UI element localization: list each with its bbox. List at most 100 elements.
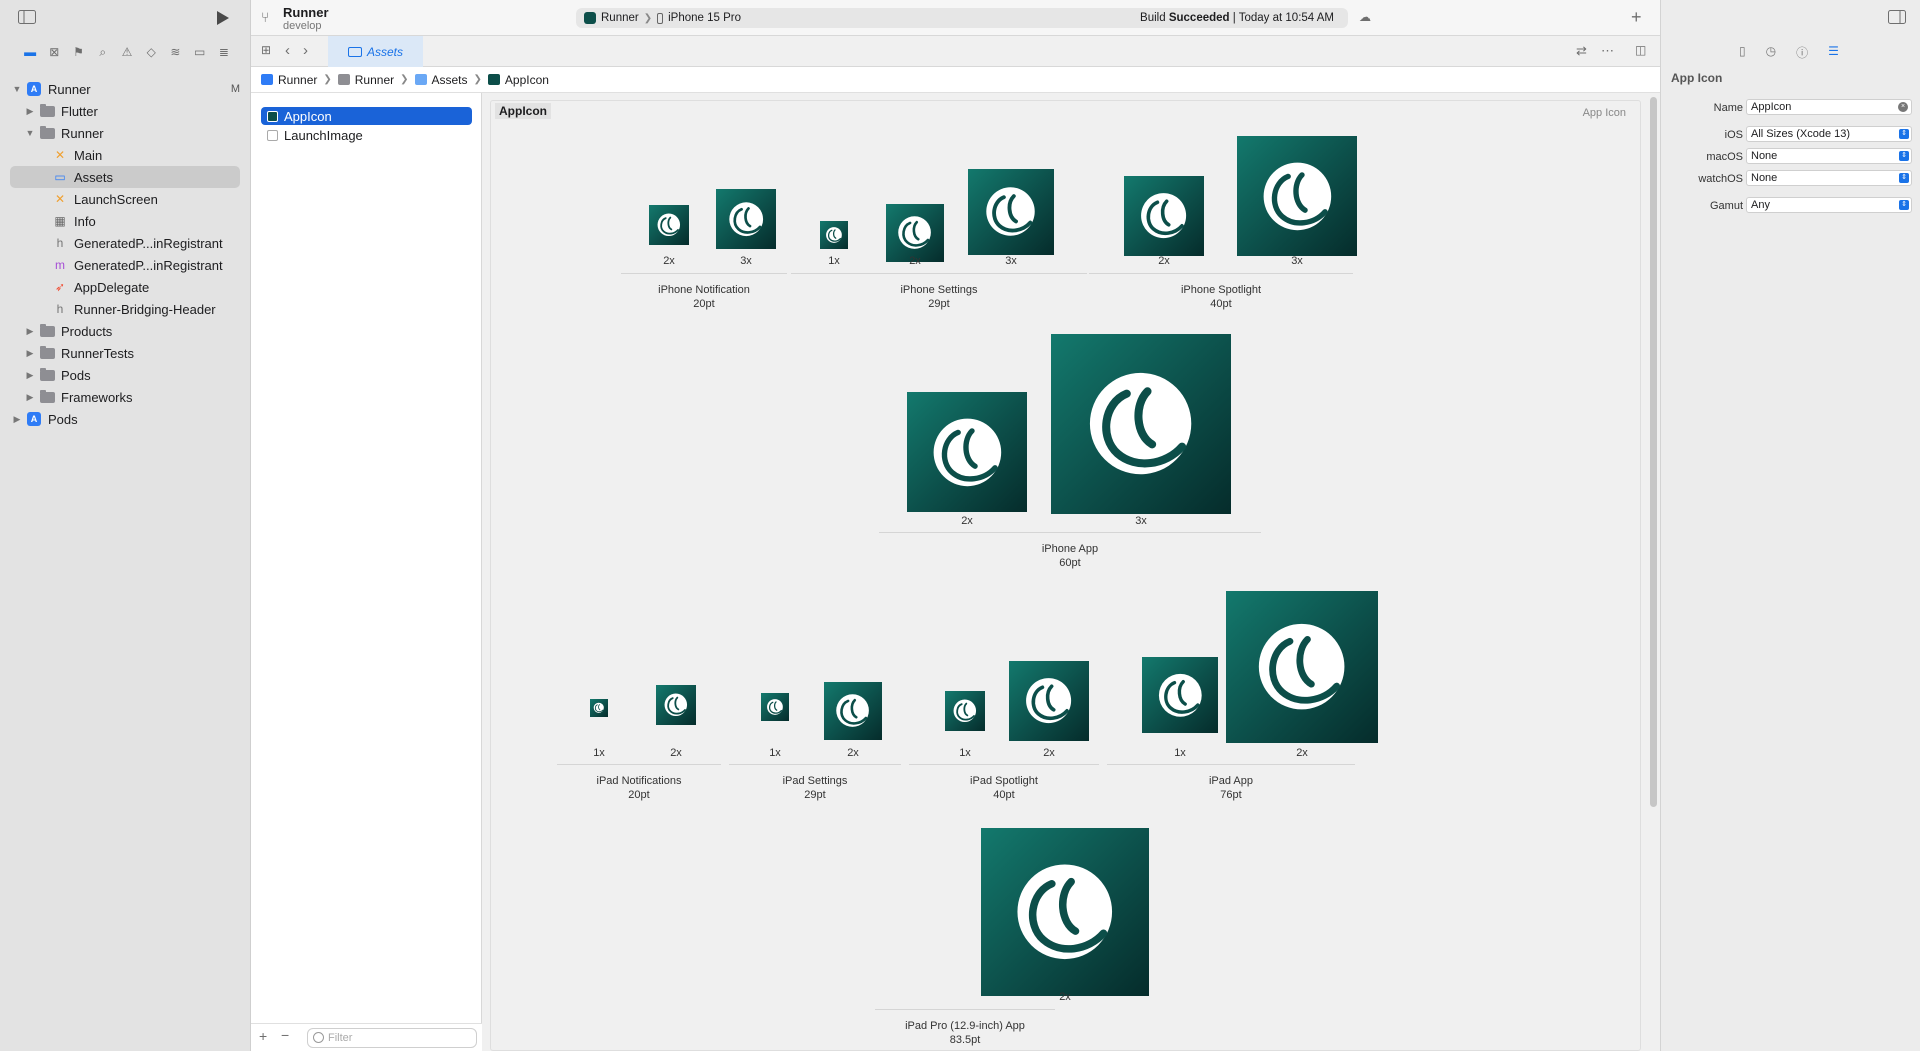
app-icon-slot[interactable] [1009, 661, 1089, 741]
chevron-right-icon[interactable]: ▶ [23, 370, 37, 381]
scheme-selector[interactable]: Runner ❯ iPhone 15 Pro [584, 12, 741, 24]
navigator-item[interactable]: h GeneratedP...inRegistrant [10, 232, 240, 254]
app-icon-slot[interactable] [590, 699, 608, 717]
issue-icon[interactable]: ⚠ [119, 44, 135, 60]
inspector-title: App Icon [1671, 71, 1723, 85]
navigator-item[interactable]: ▶ A Pods [10, 408, 240, 430]
swap-icon[interactable]: ⇄ [1576, 44, 1587, 57]
navigator-item[interactable]: ▼ A Runner M [10, 78, 240, 100]
chevron-right-icon[interactable]: ▶ [10, 414, 24, 425]
app-icon-slot[interactable] [1237, 136, 1357, 256]
app-icon-slot[interactable] [656, 685, 696, 725]
add-icon[interactable]: + [1631, 8, 1642, 26]
sidebar-toggle-icon[interactable] [18, 10, 36, 27]
file-icon[interactable]: ▯ [1739, 44, 1746, 61]
navigator-item[interactable]: ▦ Info [10, 210, 240, 232]
clear-icon[interactable]: × [1898, 102, 1908, 112]
popup-button[interactable]: Any ⇕ [1746, 197, 1912, 213]
navigator-item[interactable]: ▶ Frameworks [10, 386, 240, 408]
folder-icon[interactable]: ▬ [22, 44, 38, 60]
scale-label: 3x [1135, 515, 1147, 527]
navigator-item[interactable]: h Runner-Bridging-Header [10, 298, 240, 320]
report-icon[interactable]: ≣ [216, 44, 232, 60]
device-name[interactable]: iPhone 15 Pro [668, 12, 741, 24]
navigator-item[interactable]: ✕ LaunchScreen [10, 188, 240, 210]
scale-label: 3x [1291, 255, 1303, 267]
scale-label: 3x [1005, 255, 1017, 267]
asset-list-item[interactable]: AppIcon [261, 107, 472, 125]
attributes-icon[interactable]: ☰ [1828, 44, 1839, 61]
navigator-item[interactable]: ✕ Main [10, 144, 240, 166]
navigator-item[interactable]: m GeneratedP...inRegistrant [10, 254, 240, 276]
breadcrumb-item[interactable]: Runner [261, 73, 317, 87]
split-editor-icon[interactable]: ◫ [1635, 44, 1646, 56]
app-icon-slot[interactable] [716, 189, 776, 249]
debug-icon[interactable]: ≋ [167, 44, 183, 60]
source-control-icon[interactable]: ⊠ [46, 44, 62, 60]
app-icon-slot[interactable] [1226, 591, 1378, 743]
test-icon[interactable]: ◇ [143, 44, 159, 60]
scheme-title[interactable]: Runner [283, 5, 329, 20]
asset-list-item[interactable]: LaunchImage [261, 126, 472, 144]
popup-button[interactable]: None ⇕ [1746, 170, 1912, 186]
asset-catalog-icon: ▭ [54, 170, 66, 184]
chevron-right-icon[interactable]: ▶ [23, 326, 37, 337]
navigator-item[interactable]: ▶ Flutter [10, 100, 240, 122]
popup-button[interactable]: All Sizes (Xcode 13) ⇕ [1746, 126, 1912, 142]
help-icon[interactable]: ⓘ [1796, 44, 1808, 61]
popup-button[interactable]: None ⇕ [1746, 148, 1912, 164]
folder-shape [39, 367, 55, 381]
group-size: 60pt [1059, 557, 1081, 569]
find-icon[interactable]: ⌕ [95, 44, 111, 60]
run-button[interactable] [216, 10, 230, 29]
name-field[interactable]: AppIcon × [1746, 99, 1912, 115]
chevron-down-icon[interactable]: ▼ [10, 84, 24, 94]
vertical-scrollbar[interactable] [1650, 97, 1657, 807]
tab-assets[interactable]: Assets [328, 36, 423, 67]
app-icon-slot[interactable] [968, 169, 1054, 255]
group-divider [729, 764, 901, 765]
app-icon-slot[interactable] [981, 828, 1149, 996]
app-icon-slot[interactable] [1124, 176, 1204, 256]
chevron-right-icon[interactable]: ▶ [23, 106, 37, 117]
chevron-right-icon[interactable]: ▶ [23, 348, 37, 359]
breadcrumb-item[interactable]: Assets [414, 73, 468, 87]
app-icon-slot[interactable] [886, 204, 944, 262]
navigator-item[interactable]: ➶ AppDelegate [10, 276, 240, 298]
app-icon-slot[interactable] [1051, 334, 1231, 514]
navigator-item[interactable]: ▭ Assets [10, 166, 240, 188]
app-icon-slot[interactable] [649, 205, 689, 245]
bookmark-icon[interactable]: ⚑ [71, 44, 87, 60]
app-icon-slot[interactable] [761, 693, 789, 721]
history-icon[interactable]: ◷ [1766, 44, 1776, 61]
add-icon[interactable]: + [259, 1029, 267, 1043]
navigator-item[interactable]: ▶ RunnerTests [10, 342, 240, 364]
chevron-down-icon[interactable]: ▼ [23, 128, 37, 138]
app-icon-slot[interactable] [1142, 657, 1218, 733]
group-name: iPhone Settings [900, 284, 978, 296]
inspector-toggle-icon[interactable] [1888, 10, 1906, 27]
back-icon[interactable]: ‹ [285, 43, 290, 58]
filter-input[interactable]: Filter [307, 1028, 477, 1048]
app-icon-slot[interactable] [945, 691, 985, 731]
scale-label: 1x [1174, 747, 1186, 759]
forward-icon[interactable]: › [303, 43, 308, 58]
app-icon-slot[interactable] [907, 392, 1027, 512]
group-divider [879, 532, 1261, 533]
more-icon[interactable]: ⋯ [1601, 44, 1614, 57]
navigator-item[interactable]: ▼ Runner [10, 122, 240, 144]
app-icon-slot[interactable] [820, 221, 848, 249]
breadcrumb-item[interactable]: AppIcon [487, 73, 549, 87]
popup-stepper-icon: ⇕ [1899, 151, 1909, 161]
navigator-item[interactable]: ▶ Products [10, 320, 240, 342]
modified-badge: M [230, 83, 240, 95]
remove-icon[interactable]: − [281, 1028, 289, 1042]
navigator-item[interactable]: ▶ Pods [10, 364, 240, 386]
breadcrumb-item[interactable]: Runner [337, 73, 394, 87]
breakpoint-icon[interactable]: ▭ [192, 44, 208, 60]
project-icon [261, 74, 273, 85]
app-logo-icon [664, 693, 688, 717]
grid-icon[interactable]: ⊞ [261, 44, 271, 56]
chevron-right-icon[interactable]: ▶ [23, 392, 37, 403]
app-icon-slot[interactable] [824, 682, 882, 740]
